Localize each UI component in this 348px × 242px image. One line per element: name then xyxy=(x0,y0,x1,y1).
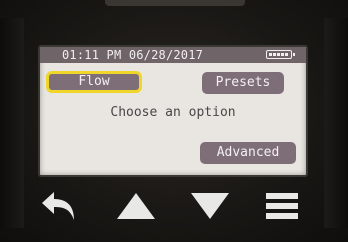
device-case-right-edge xyxy=(324,18,348,228)
advanced-button[interactable]: Advanced xyxy=(200,142,296,164)
back-key[interactable] xyxy=(30,182,90,230)
hardware-nav-keys xyxy=(30,182,320,230)
battery-level xyxy=(268,52,289,56)
up-key[interactable] xyxy=(106,182,166,230)
presets-button[interactable]: Presets xyxy=(202,72,284,94)
battery-icon xyxy=(266,50,295,59)
status-bar: 01:11 PM 06/28/2017 xyxy=(40,47,306,63)
hamburger-menu-icon xyxy=(266,193,298,219)
back-arrow-icon xyxy=(42,192,74,220)
device-case-top xyxy=(105,0,245,6)
menu-key[interactable] xyxy=(252,182,312,230)
lcd-screen: 01:11 PM 06/28/2017 Flow Presets Choose … xyxy=(38,45,308,177)
flow-button[interactable]: Flow xyxy=(46,71,142,93)
status-datetime: 01:11 PM 06/28/2017 xyxy=(62,48,204,62)
up-triangle-icon xyxy=(117,193,155,219)
down-triangle-icon xyxy=(191,193,229,219)
device-case-left-edge xyxy=(0,18,24,228)
down-key[interactable] xyxy=(180,182,240,230)
choose-option-prompt: Choose an option xyxy=(110,105,236,120)
